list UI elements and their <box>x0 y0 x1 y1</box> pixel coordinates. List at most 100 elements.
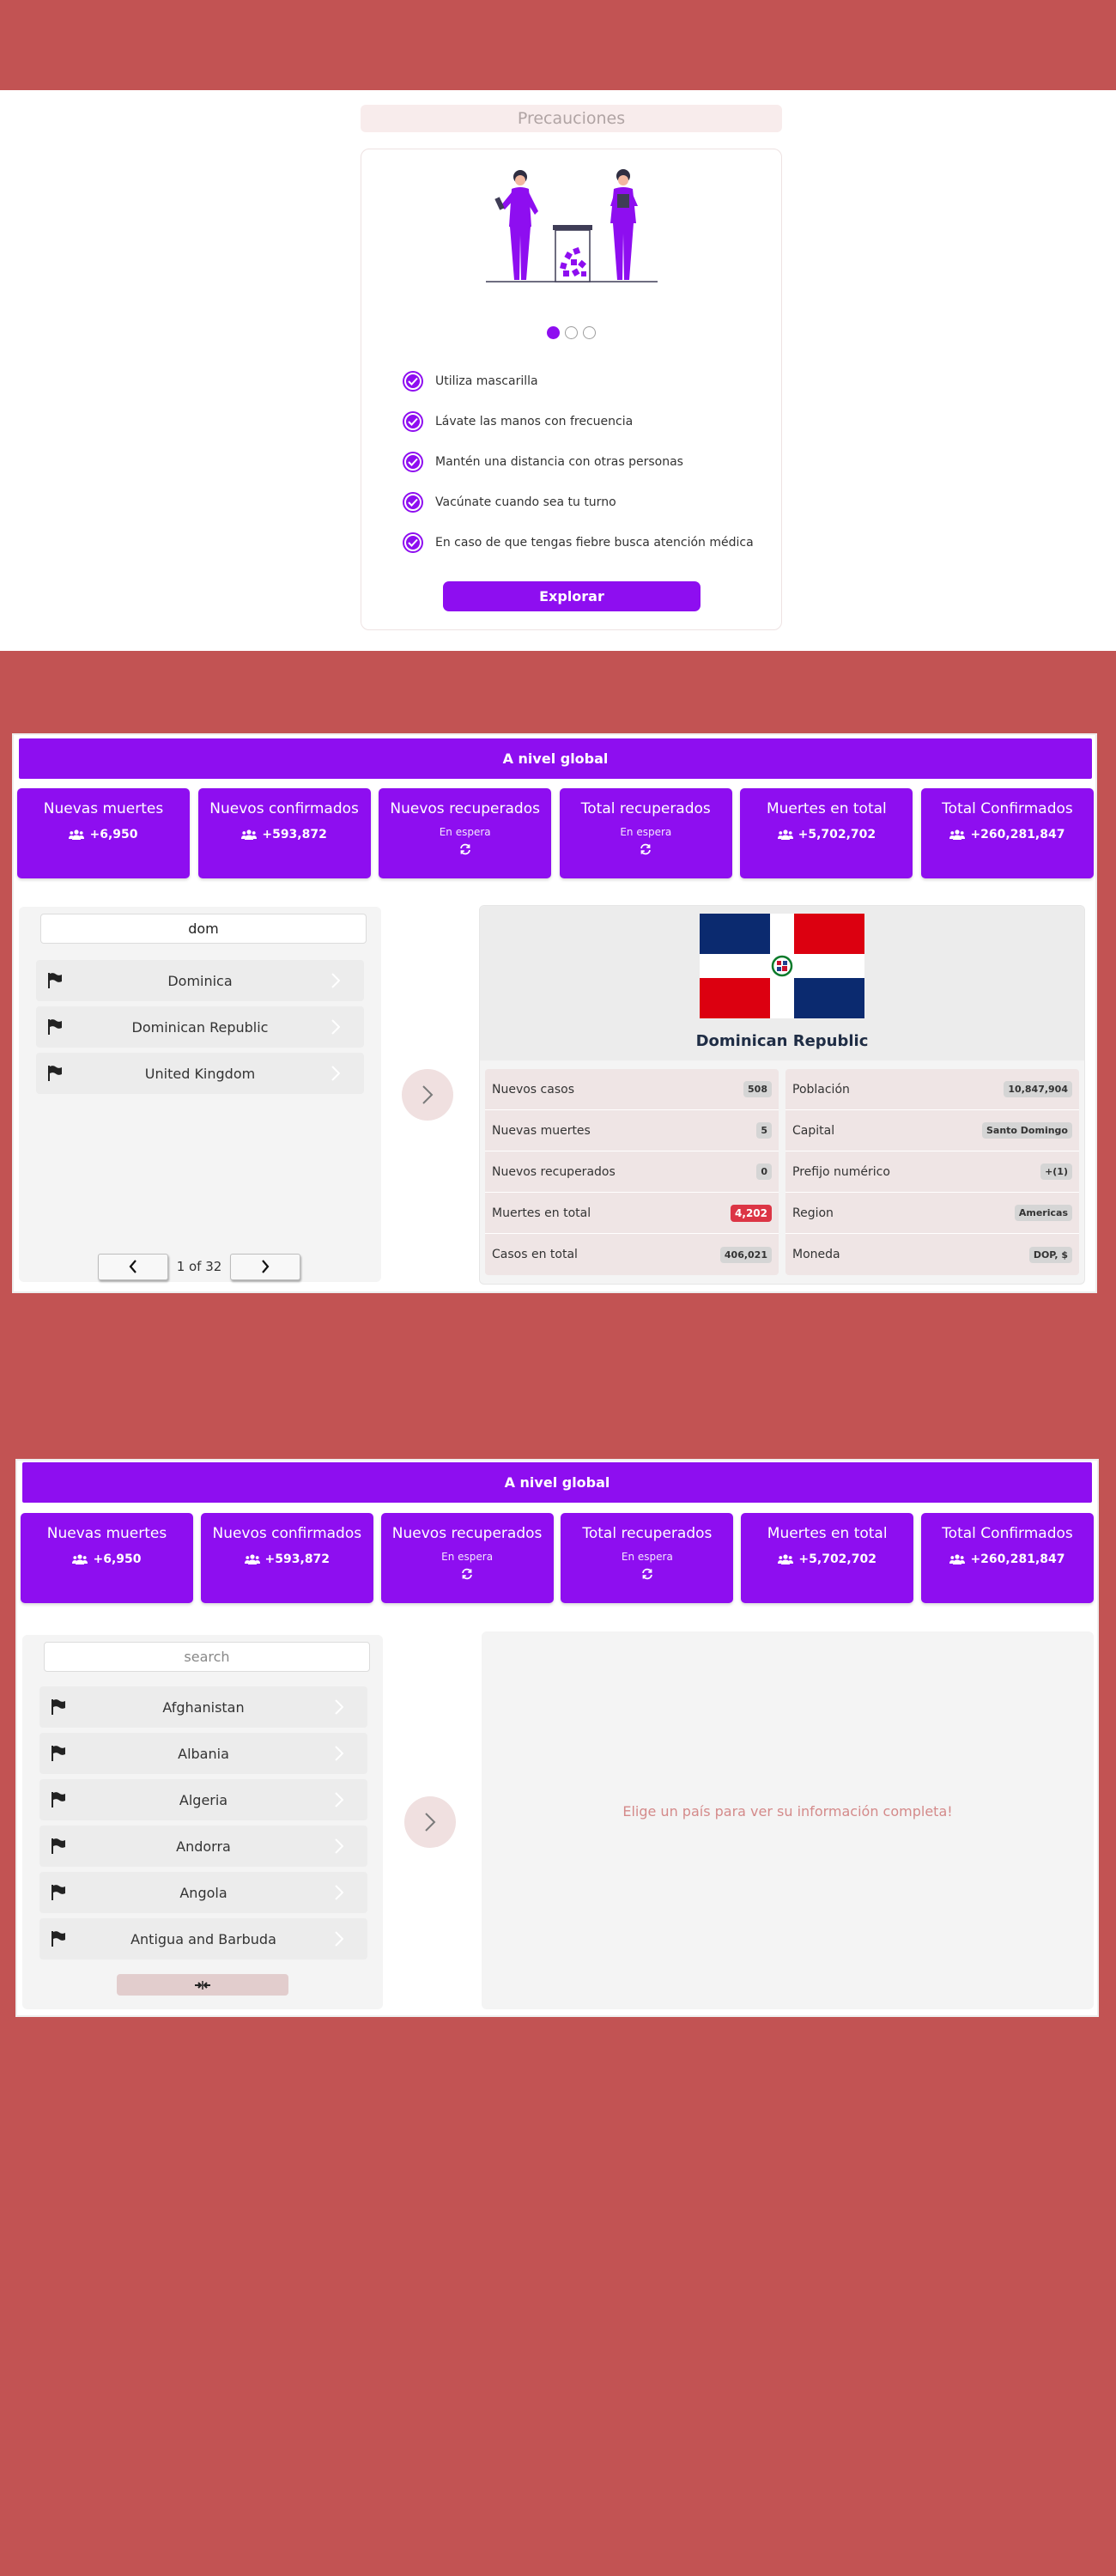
info-value: Americas <box>1014 1205 1072 1221</box>
list-item[interactable]: Albania <box>39 1733 367 1774</box>
list-item: Utiliza mascarilla <box>403 361 772 401</box>
stat-value: +5,702,702 <box>740 828 913 841</box>
stat-label: Nuevos confirmados <box>209 800 359 817</box>
carousel-dot-2[interactable] <box>565 326 578 339</box>
refresh-icon[interactable] <box>381 1568 554 1580</box>
list-item[interactable]: Algeria <box>39 1779 367 1820</box>
next-page-button[interactable] <box>230 1253 300 1280</box>
explore-button[interactable]: Explorar <box>443 581 701 611</box>
info-row: Nuevos casos 508 <box>485 1069 779 1110</box>
flag-icon <box>52 1885 65 1900</box>
chevron-right-icon <box>422 1085 434 1104</box>
check-circle-icon <box>403 532 423 553</box>
info-row: Muertes en total 4,202 <box>485 1193 779 1234</box>
go-button[interactable] <box>404 1796 456 1848</box>
info-row: Nuevos recuperados 0 <box>485 1151 779 1193</box>
country-list-panel: Dominica Dominican Republic United Kingd… <box>19 907 381 1282</box>
precaution-text: Lávate las manos con frecuencia <box>435 414 634 428</box>
stat-value: +6,950 <box>17 828 190 841</box>
country-name: Dominica <box>167 972 233 989</box>
info-row: Prefijo numérico +(1) <box>785 1151 1079 1193</box>
country-list-panel: Afghanistan Albania Algeria Andorra Ango <box>22 1635 383 2009</box>
users-icon <box>778 1554 794 1564</box>
list-item[interactable]: United Kingdom <box>36 1053 364 1094</box>
list-item[interactable]: Antigua and Barbuda <box>39 1918 367 1959</box>
info-row: Capital Santo Domingo <box>785 1110 1079 1151</box>
users-icon <box>72 1554 88 1564</box>
expand-button[interactable] <box>117 1974 288 1996</box>
list-item[interactable]: Angola <box>39 1872 367 1913</box>
stat-card-new-confirmed: Nuevos confirmados +593,872 <box>200 1513 373 1603</box>
list-item: Lávate las manos con frecuencia <box>403 401 772 441</box>
search-input[interactable] <box>44 1642 370 1672</box>
global-stats: Nuevas muertes +6,950 Nuevos confirmados… <box>21 1513 1094 1603</box>
country-name: Albania <box>178 1745 229 1762</box>
global-dashboard-empty: A nivel global Nuevas muertes +6,950 Nue… <box>15 1459 1099 2017</box>
info-row: Casos en total 406,021 <box>485 1234 779 1275</box>
stat-label: Nuevas muertes <box>46 1525 167 1542</box>
list-item[interactable]: Andorra <box>39 1826 367 1867</box>
stat-number: +6,950 <box>93 1552 142 1566</box>
carousel-dot-1[interactable] <box>547 326 560 339</box>
carousel-indicators <box>361 326 781 339</box>
stat-value: +6,950 <box>21 1552 193 1566</box>
stat-value: +260,281,847 <box>921 1552 1094 1566</box>
country-name: Andorra <box>176 1838 231 1855</box>
list-item: Mantén una distancia con otras personas <box>403 441 772 482</box>
list-item[interactable]: Dominican Republic <box>36 1006 364 1048</box>
info-label: Region <box>792 1206 834 1220</box>
info-value-danger: 4,202 <box>731 1204 772 1222</box>
stat-card-total-deaths: Muertes en total +5,702,702 <box>740 788 913 878</box>
flag-icon <box>52 1699 65 1715</box>
list-item[interactable]: Dominica <box>36 960 364 1001</box>
chevron-right-icon <box>262 1260 270 1273</box>
info-row: Nuevas muertes 5 <box>485 1110 779 1151</box>
info-row: Población 10,847,904 <box>785 1069 1079 1110</box>
precaution-text: Mantén una distancia con otras personas <box>435 454 683 469</box>
prev-page-button[interactable] <box>98 1253 168 1280</box>
users-icon <box>949 1554 966 1564</box>
precaution-text: Utiliza mascarilla <box>435 374 538 388</box>
info-value: +(1) <box>1040 1163 1072 1180</box>
compress-arrows-icon <box>195 1980 210 1990</box>
stat-card-new-recovered: Nuevos recuperados En espera <box>379 788 552 878</box>
search-input[interactable] <box>40 914 367 944</box>
refresh-icon[interactable] <box>560 843 732 855</box>
country-name: Antigua and Barbuda <box>130 1930 276 1947</box>
chevron-right-icon <box>335 1699 343 1715</box>
users-icon <box>69 829 85 840</box>
country-name: Afghanistan <box>162 1698 245 1716</box>
flag-icon <box>52 1838 65 1854</box>
check-circle-icon <box>403 451 423 472</box>
country-name: Dominican Republic <box>131 1018 269 1036</box>
info-value: DOP, $ <box>1028 1246 1072 1263</box>
stat-number: +6,950 <box>89 828 138 841</box>
stat-number: +5,702,702 <box>798 1552 876 1566</box>
stat-number: +5,702,702 <box>798 828 876 841</box>
users-icon <box>244 1554 260 1564</box>
stat-status: En espera <box>441 1551 494 1563</box>
stat-label: Total Confirmados <box>942 1525 1073 1542</box>
stat-label: Nuevos recuperados <box>390 800 540 817</box>
flag-icon <box>52 1931 65 1947</box>
go-button[interactable] <box>402 1069 453 1121</box>
stat-label: Muertes en total <box>766 800 887 817</box>
info-label: Muertes en total <box>492 1206 591 1220</box>
refresh-icon[interactable] <box>561 1568 733 1580</box>
list-item[interactable]: Afghanistan <box>39 1686 367 1728</box>
chevron-right-icon <box>331 1019 340 1035</box>
carousel-dot-3[interactable] <box>583 326 596 339</box>
flag-area: Dominican Republic <box>480 906 1084 1060</box>
users-icon <box>241 829 258 840</box>
info-value: 508 <box>743 1081 772 1097</box>
chevron-right-icon <box>335 1885 343 1900</box>
stat-card-new-deaths: Nuevas muertes +6,950 <box>21 1513 193 1603</box>
chevron-right-icon <box>335 1746 343 1761</box>
list-item: En caso de que tengas fiebre busca atenc… <box>403 522 772 562</box>
precautions-title: Precauciones <box>361 105 782 132</box>
stat-card-new-deaths: Nuevas muertes +6,950 <box>17 788 190 878</box>
precaution-text: En caso de que tengas fiebre busca atenc… <box>435 535 754 550</box>
covid-stats-column: Nuevos casos 508 Nuevas muertes 5 Nuevos r… <box>485 1069 779 1275</box>
refresh-icon[interactable] <box>379 843 551 855</box>
list-item: Vacúnate cuando sea tu turno <box>403 482 772 522</box>
